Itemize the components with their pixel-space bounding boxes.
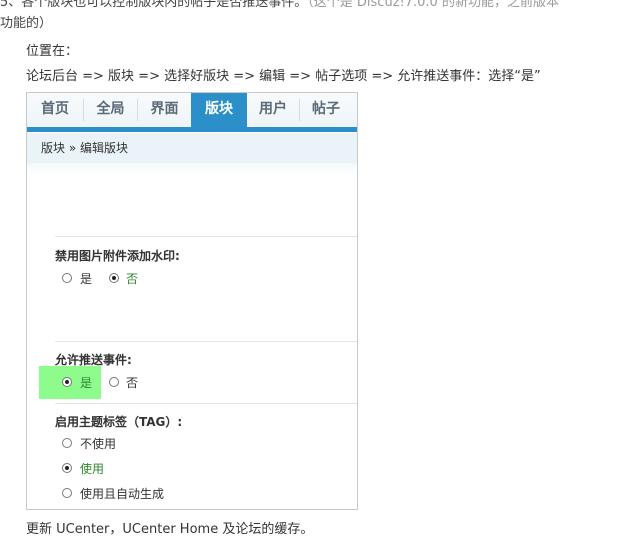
tab-interface[interactable]: 界面 <box>138 93 191 127</box>
location-label: 位置在： <box>26 44 79 59</box>
cache-note: 更新 UCenter，UCenter Home 及论坛的缓存。 <box>26 522 314 537</box>
push-event-no-label: 否 <box>126 376 139 390</box>
breadcrumb: 版块 » 编辑版块 <box>27 133 357 164</box>
watermark-label: 禁用图片附件添加水印: <box>55 249 180 263</box>
tag-auto-radio[interactable] <box>62 488 72 498</box>
tab-home[interactable]: 首页 <box>27 93 83 127</box>
admin-top-nav: 首页 全局 界面 版块 用户 帖子 <box>27 93 357 132</box>
admin-screenshot: 首页 全局 界面 版块 用户 帖子 版块 » 编辑版块 禁用图片附件添加水印: … <box>26 92 358 510</box>
watermark-yes-radio[interactable] <box>62 273 72 283</box>
watermark-yes-label: 是 <box>80 272 93 286</box>
tab-users[interactable]: 用户 <box>247 93 299 127</box>
tab-posts[interactable]: 帖子 <box>300 93 352 127</box>
push-event-yes-radio[interactable] <box>62 377 72 387</box>
push-event-yes-label: 是 <box>80 376 93 390</box>
push-event-no-radio[interactable] <box>109 377 119 387</box>
tag-on-label: 使用 <box>80 462 105 476</box>
tab-global[interactable]: 全局 <box>84 93 137 127</box>
divider <box>55 236 357 237</box>
tag-off-radio[interactable] <box>62 438 72 448</box>
tag-on-radio[interactable] <box>62 463 72 473</box>
intro-note: （这个是 Discuz!7.0.0 的新功能，之前版本 <box>307 0 559 10</box>
intro-text: 5、各个版块也可以控制版块内的帖子是否推送事件。 <box>0 0 308 10</box>
divider <box>55 341 357 342</box>
tag-auto-label: 使用且自动生成 <box>80 487 165 501</box>
divider <box>55 403 357 404</box>
watermark-no-label: 否 <box>126 272 139 286</box>
intro-line-continued: 功能的） <box>0 16 53 31</box>
settings-path: 论坛后台 => 版块 => 选择好版块 => 编辑 => 帖子选项 => 允许推… <box>26 69 541 84</box>
breadcrumb-text: 版块 » 编辑版块 <box>41 141 128 155</box>
breadcrumb-shadow <box>27 163 357 175</box>
watermark-no-radio[interactable] <box>109 273 119 283</box>
tab-forums[interactable]: 版块 <box>191 93 247 127</box>
tag-label: 启用主题标签（TAG）: <box>55 415 183 429</box>
intro-line: 5、各个版块也可以控制版块内的帖子是否推送事件。（这个是 Discuz!7.0.… <box>0 0 559 10</box>
tag-off-label: 不使用 <box>80 437 117 451</box>
